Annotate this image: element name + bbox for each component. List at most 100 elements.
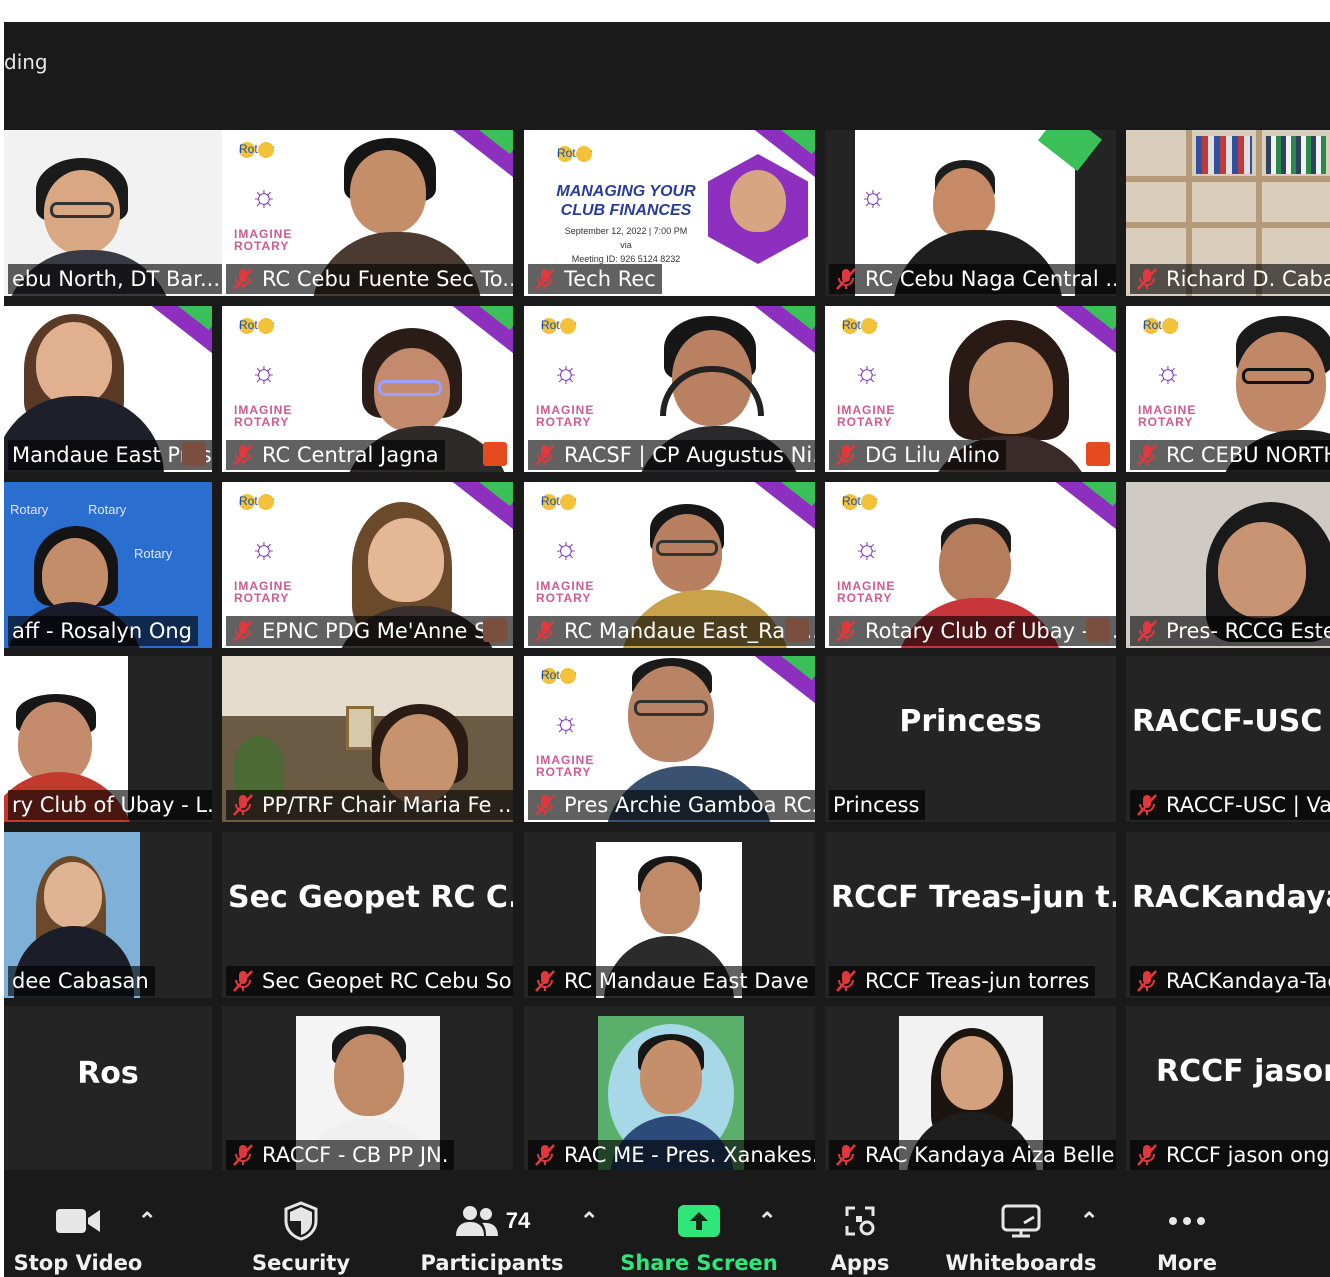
participant-tile[interactable]: Rotary ☼ IMAGINE ROTARY Rotary Club of Ub… xyxy=(825,482,1116,648)
participant-tile[interactable]: Sec Geopet RC C... Sec Geopet RC Cebu So… xyxy=(222,832,513,998)
participant-name-text: Pres Archie Gamboa RC... xyxy=(564,793,815,817)
mic-muted-icon xyxy=(535,268,555,290)
participants-icon xyxy=(455,1206,498,1236)
imagine-rotary-gear-icon: ☼ xyxy=(552,356,580,389)
meeting-toolbar: Stop Video ⌃ Security 74 Participants ⌃ … xyxy=(4,1170,1330,1277)
imagine-rotary-gear-icon: ☼ xyxy=(250,180,278,213)
video-options-chevron-icon[interactable]: ⌃ xyxy=(138,1208,156,1234)
mic-muted-icon xyxy=(535,970,555,992)
participant-tile[interactable]: Rotary Rotary Rotary aff - Rosalyn Ong xyxy=(4,482,212,648)
security-button[interactable]: Security xyxy=(201,1177,401,1277)
participant-tile[interactable]: dee Cabasan xyxy=(4,832,212,998)
participant-display-name: RCCF jason xyxy=(1156,1054,1330,1089)
participant-name-text: RC Cebu Fuente Sec To... xyxy=(262,267,513,291)
participant-tile[interactable]: Rotary ☼ IMAGINE ROTARY RC Cebu Fuente Se… xyxy=(222,130,513,296)
participant-tile[interactable]: ☼ RC Cebu Naga Central ... xyxy=(825,130,1116,296)
mic-muted-icon xyxy=(1137,970,1157,992)
participant-name: RC Central Jagna xyxy=(226,440,445,470)
participant-display-name: Ros xyxy=(77,1056,139,1091)
participant-tile[interactable]: Rotary ☼ IMAGINE ROTARY RC Mandaue East_R… xyxy=(524,482,815,648)
imagine-rotary-text: IMAGINE ROTARY xyxy=(837,403,896,429)
rotary-logo-icon: Rotary xyxy=(541,318,577,334)
participant-tile[interactable]: RACCF - CB PP JN. xyxy=(222,1006,513,1172)
mic-muted-icon xyxy=(1137,1144,1157,1166)
participant-name-text: PP/TRF Chair Maria Fe ... xyxy=(262,793,513,817)
participant-name-text: Rotary Club of Ubay - P... xyxy=(865,619,1116,643)
participant-tile[interactable]: ry Club of Ubay - L... xyxy=(4,656,212,822)
participant-name: dee Cabasan xyxy=(8,966,155,996)
participant-name: RACKandaya-Tacl xyxy=(1130,966,1330,996)
participant-tile[interactable]: RAC ME - Pres. Xanakes... xyxy=(524,1006,815,1172)
participant-name-text: ebu North, DT Bar... xyxy=(12,267,221,291)
reaction-badge-icon xyxy=(1086,442,1110,466)
participant-tile[interactable]: Rotary MANAGING YOUR CLUB FINANCES Septem… xyxy=(524,130,815,296)
mic-muted-icon xyxy=(233,794,253,816)
participant-name: Pres Archie Gamboa RC... xyxy=(528,790,815,820)
rotary-text: Rotary xyxy=(239,142,275,158)
participant-tile[interactable]: Rotary ☼ IMAGINE ROTARY DG Lilu Alino xyxy=(825,306,1116,472)
zoom-meeting-window: ding ebu North, DT Bar... Rotary ☼ IMAGI… xyxy=(4,22,1330,1277)
webinar-via: via xyxy=(620,240,632,250)
participant-name: RCCF jason ong xyxy=(1130,1140,1330,1170)
more-button[interactable]: More xyxy=(1087,1177,1287,1277)
participant-tile[interactable]: RCCF jason RCCF jason ong xyxy=(1126,1006,1330,1172)
participant-name: PP/TRF Chair Maria Fe ... xyxy=(226,790,513,820)
mic-muted-icon xyxy=(836,1144,856,1166)
participant-name-text: Sec Geopet RC Cebu So... xyxy=(262,969,513,993)
shield-icon xyxy=(283,1201,319,1241)
apps-icon xyxy=(843,1201,877,1241)
video-camera-icon xyxy=(54,1201,102,1241)
participant-name-text: Pres- RCCG Ester xyxy=(1166,619,1330,643)
participant-name-text: RC Central Jagna xyxy=(262,443,439,467)
participants-count: 74 xyxy=(505,1208,531,1233)
participant-name: DG Lilu Alino xyxy=(829,440,1006,470)
rotary-logo-icon: Rotary xyxy=(842,318,878,334)
participant-tile[interactable]: Rotary ☼ IMAGINE ROTARY RACSF | CP August… xyxy=(524,306,815,472)
participant-tile[interactable]: RAC Kandaya Aiza Belle xyxy=(825,1006,1116,1172)
mic-muted-icon xyxy=(836,970,856,992)
participant-display-name: Princess xyxy=(899,704,1042,739)
participant-tile[interactable]: Princess Princess xyxy=(825,656,1116,822)
reaction-badge-icon xyxy=(483,618,507,642)
participant-tile[interactable]: RACCF-USC | RACCF-USC | Van xyxy=(1126,656,1330,822)
participant-name-text: RACCF-USC | Van xyxy=(1166,793,1330,817)
participant-tile[interactable]: Pres- RCCG Ester xyxy=(1126,482,1330,648)
participant-name-text: RCCF jason ong xyxy=(1166,1143,1330,1167)
whiteboard-icon xyxy=(1000,1201,1042,1241)
participant-name: RCCF Treas-jun torres xyxy=(829,966,1096,996)
participant-name-text: RAC Kandaya Aiza Belle xyxy=(865,1143,1115,1167)
stop-video-label: Stop Video xyxy=(13,1251,143,1275)
participant-tile[interactable]: Richard D. Cabalu xyxy=(1126,130,1330,296)
participant-tile[interactable]: Rotary ☼ IMAGINE ROTARY RC CEBU NORTH xyxy=(1126,306,1330,472)
participant-name-text: RAC ME - Pres. Xanakes... xyxy=(564,1143,815,1167)
participant-tile[interactable]: Rotary ☼ IMAGINE ROTARY Pres Archie Gambo… xyxy=(524,656,815,822)
security-label: Security xyxy=(251,1251,351,1275)
mic-muted-icon xyxy=(836,620,856,642)
imagine-rotary-gear-icon: ☼ xyxy=(250,356,278,389)
more-dots-icon xyxy=(1167,1201,1207,1241)
imagine-rotary-gear-icon: ☼ xyxy=(552,532,580,565)
participants-button[interactable]: 74 Participants xyxy=(392,1177,592,1277)
participant-tile[interactable]: RCCF Treas-jun t... RCCF Treas-jun torre… xyxy=(825,832,1116,998)
participant-name-text: RACKandaya-Tacl xyxy=(1166,969,1330,993)
imagine-rotary-gear-icon: ☼ xyxy=(853,532,881,565)
imagine-rotary-text: IMAGINE ROTARY xyxy=(536,579,595,605)
rotary-backdrop-text: Rotary xyxy=(10,502,49,517)
participant-tile[interactable]: PP/TRF Chair Maria Fe ... xyxy=(222,656,513,822)
participant-name-text: EPNC PDG Me'Anne S... xyxy=(262,619,508,643)
imagine-rotary-gear-icon: ☼ xyxy=(1154,356,1182,389)
participant-name: aff - Rosalyn Ong xyxy=(8,616,198,646)
participant-tile[interactable]: RC Mandaue East Dave ... xyxy=(524,832,815,998)
participant-tile[interactable]: RACKandaya RACKandaya-Tacl xyxy=(1126,832,1330,998)
participant-name: RC Cebu Fuente Sec To... xyxy=(226,264,513,294)
participant-tile[interactable]: Ros xyxy=(4,1006,212,1172)
participant-name: Rotary Club of Ubay - P... xyxy=(829,616,1116,646)
participant-tile[interactable]: Rotary ☼ IMAGINE ROTARY RC Central Jagna xyxy=(222,306,513,472)
participant-name: ry Club of Ubay - L... xyxy=(8,790,212,820)
participant-tile[interactable]: Rotary ☼ IMAGINE ROTARY EPNC PDG Me'Anne … xyxy=(222,482,513,648)
participant-tile[interactable]: Mandaue East Pres ... xyxy=(4,306,212,472)
participants-options-chevron-icon[interactable]: ⌃ xyxy=(580,1208,598,1234)
imagine-rotary-text: IMAGINE ROTARY xyxy=(234,403,293,429)
participant-name: RC Mandaue East Dave ... xyxy=(528,966,815,996)
participant-name: RAC ME - Pres. Xanakes... xyxy=(528,1140,815,1170)
